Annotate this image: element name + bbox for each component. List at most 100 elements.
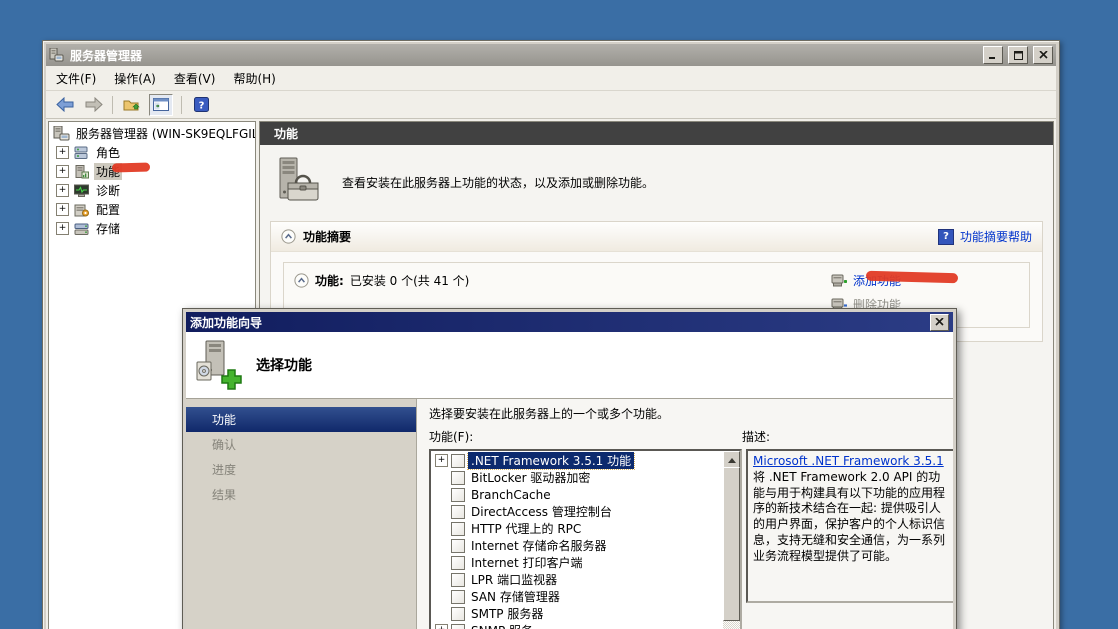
toolbar-separator bbox=[112, 96, 113, 114]
dialog-titlebar[interactable]: 添加功能向导 bbox=[186, 312, 953, 332]
toolbar-separator bbox=[181, 96, 182, 114]
feature-row[interactable]: + DirectAccess 管理控制台 bbox=[431, 503, 723, 520]
minimize-button[interactable] bbox=[983, 46, 1003, 64]
feature-label[interactable]: DirectAccess 管理控制台 bbox=[468, 503, 615, 520]
features-listbox[interactable]: + .NET Framework 3.5.1 功能 + BitLocker 驱动… bbox=[429, 449, 742, 629]
feature-row[interactable]: + Internet 打印客户端 bbox=[431, 554, 723, 571]
tree-item-label: 诊断 bbox=[94, 182, 122, 199]
server-manager-node-icon bbox=[53, 126, 70, 141]
tree-item-features[interactable]: + 功能 bbox=[49, 162, 255, 181]
feature-row[interactable]: + Internet 存储命名服务器 bbox=[431, 537, 723, 554]
feature-label[interactable]: BranchCache bbox=[468, 488, 554, 502]
feature-checkbox[interactable] bbox=[451, 454, 465, 468]
feature-checkbox[interactable] bbox=[451, 573, 465, 587]
dialog-title: 添加功能向导 bbox=[190, 314, 262, 331]
maximize-button[interactable] bbox=[1008, 46, 1028, 64]
feature-row[interactable]: + .NET Framework 3.5.1 功能 bbox=[431, 452, 723, 469]
features-list: + .NET Framework 3.5.1 功能 + BitLocker 驱动… bbox=[431, 452, 723, 629]
expand-icon[interactable]: + bbox=[56, 222, 69, 235]
feature-row[interactable]: + SMTP 服务器 bbox=[431, 605, 723, 622]
features-summary-header: 功能摘要 ? 功能摘要帮助 bbox=[271, 222, 1042, 252]
feature-checkbox[interactable] bbox=[451, 590, 465, 604]
expand-icon[interactable]: + bbox=[56, 203, 69, 216]
wizard-page-title: 选择功能 bbox=[256, 355, 312, 375]
feature-label[interactable]: HTTP 代理上的 RPC bbox=[468, 520, 584, 537]
collapse-chevron-icon[interactable] bbox=[294, 273, 309, 288]
tree-item-storage[interactable]: + 存储 bbox=[49, 219, 255, 238]
feature-checkbox[interactable] bbox=[451, 488, 465, 502]
roles-icon bbox=[73, 146, 90, 160]
menu-item[interactable]: 操作(A) bbox=[114, 70, 156, 87]
wizard-step-features[interactable]: 功能 bbox=[186, 407, 416, 432]
tree-item-configuration[interactable]: + 配置 bbox=[49, 200, 255, 219]
description-column: Microsoft .NET Framework 3.5.1 将 .NET Fr… bbox=[746, 449, 953, 603]
toolbar: ? bbox=[46, 91, 1056, 119]
help-badge-icon: ? bbox=[938, 229, 954, 245]
wizard-content: 选择要安装在此服务器上的一个或多个功能。 功能(F): 描述: + bbox=[417, 399, 953, 629]
feature-description-link[interactable]: Microsoft .NET Framework 3.5.1 bbox=[753, 454, 944, 468]
feature-label[interactable]: LPR 端口监视器 bbox=[468, 571, 560, 588]
panel-header: 功能 bbox=[260, 122, 1053, 145]
tree-root[interactable]: 服务器管理器 (WIN-SK9EQLFGIL bbox=[49, 124, 255, 143]
wizard-step-confirmation[interactable]: 确认 bbox=[186, 432, 416, 457]
feature-checkbox[interactable] bbox=[451, 624, 465, 629]
feature-label[interactable]: SMTP 服务器 bbox=[468, 605, 546, 622]
expand-icon[interactable]: + bbox=[435, 624, 448, 629]
feature-label[interactable]: Internet 存储命名服务器 bbox=[468, 537, 609, 554]
expand-icon[interactable]: + bbox=[56, 184, 69, 197]
feature-row[interactable]: + LPR 端口监视器 bbox=[431, 571, 723, 588]
show-hide-console-tree-icon[interactable] bbox=[149, 94, 173, 116]
configuration-icon bbox=[73, 203, 90, 217]
add-features-wizard-dialog: 添加功能向导 选择功能 功能 确认 进度 结果 选择要安装在此服务器上的一个或多… bbox=[182, 308, 957, 629]
window-titlebar[interactable]: 服务器管理器 bbox=[46, 44, 1056, 66]
feature-checkbox[interactable] bbox=[451, 607, 465, 621]
help-icon[interactable]: ? bbox=[190, 95, 212, 115]
feature-row[interactable]: + SAN 存储管理器 bbox=[431, 588, 723, 605]
feature-checkbox[interactable] bbox=[451, 556, 465, 570]
feature-row[interactable]: + HTTP 代理上的 RPC bbox=[431, 520, 723, 537]
tree-item-diagnostics[interactable]: + 诊断 bbox=[49, 181, 255, 200]
feature-row[interactable]: + SNMP 服务 bbox=[431, 622, 723, 629]
features-count-label: 功能: bbox=[315, 272, 344, 289]
wizard-step-results[interactable]: 结果 bbox=[186, 482, 416, 507]
feature-label[interactable]: SAN 存储管理器 bbox=[468, 588, 563, 605]
feature-label[interactable]: BitLocker 驱动器加密 bbox=[468, 469, 593, 486]
expand-icon[interactable]: + bbox=[56, 146, 69, 159]
feature-label[interactable]: .NET Framework 3.5.1 功能 bbox=[468, 452, 634, 469]
add-features-icon bbox=[831, 273, 848, 288]
export-list-icon[interactable] bbox=[121, 95, 143, 115]
diagnostics-icon bbox=[73, 184, 90, 198]
dialog-header: 选择功能 bbox=[186, 332, 953, 399]
feature-label[interactable]: SNMP 服务 bbox=[468, 622, 536, 629]
description-box: Microsoft .NET Framework 3.5.1 将 .NET Fr… bbox=[746, 449, 953, 603]
tree-item-label: 存储 bbox=[94, 220, 122, 237]
listbox-scrollbar[interactable] bbox=[723, 451, 740, 629]
menu-item[interactable]: 帮助(H) bbox=[233, 70, 275, 87]
feature-checkbox[interactable] bbox=[451, 471, 465, 485]
feature-label[interactable]: Internet 打印客户端 bbox=[468, 554, 585, 571]
back-icon[interactable] bbox=[54, 95, 76, 115]
toolbox-icon bbox=[276, 157, 322, 207]
menu-item[interactable]: 文件(F) bbox=[56, 70, 96, 87]
collapse-chevron-icon[interactable] bbox=[281, 229, 296, 244]
features-summary-help-link[interactable]: 功能摘要帮助 bbox=[960, 228, 1032, 245]
menu-item[interactable]: 查看(V) bbox=[174, 70, 216, 87]
wizard-add-features-icon bbox=[194, 340, 242, 390]
dialog-close-button[interactable] bbox=[930, 314, 949, 331]
wizard-step-progress[interactable]: 进度 bbox=[186, 457, 416, 482]
forward-icon[interactable] bbox=[82, 95, 104, 115]
scrollbar-thumb[interactable] bbox=[723, 467, 740, 621]
expand-icon[interactable]: + bbox=[56, 165, 69, 178]
server-manager-icon bbox=[49, 48, 65, 62]
feature-row[interactable]: + BitLocker 驱动器加密 bbox=[431, 469, 723, 486]
description-label: 描述: bbox=[742, 428, 770, 445]
feature-checkbox[interactable] bbox=[451, 522, 465, 536]
expand-icon[interactable]: + bbox=[435, 454, 448, 467]
tree-item-roles[interactable]: + 角色 bbox=[49, 143, 255, 162]
feature-checkbox[interactable] bbox=[451, 539, 465, 553]
feature-row[interactable]: + BranchCache bbox=[431, 486, 723, 503]
feature-checkbox[interactable] bbox=[451, 505, 465, 519]
features-count-value: 已安装 0 个(共 41 个) bbox=[350, 272, 470, 289]
close-button[interactable] bbox=[1033, 46, 1053, 64]
features-icon bbox=[73, 165, 90, 179]
